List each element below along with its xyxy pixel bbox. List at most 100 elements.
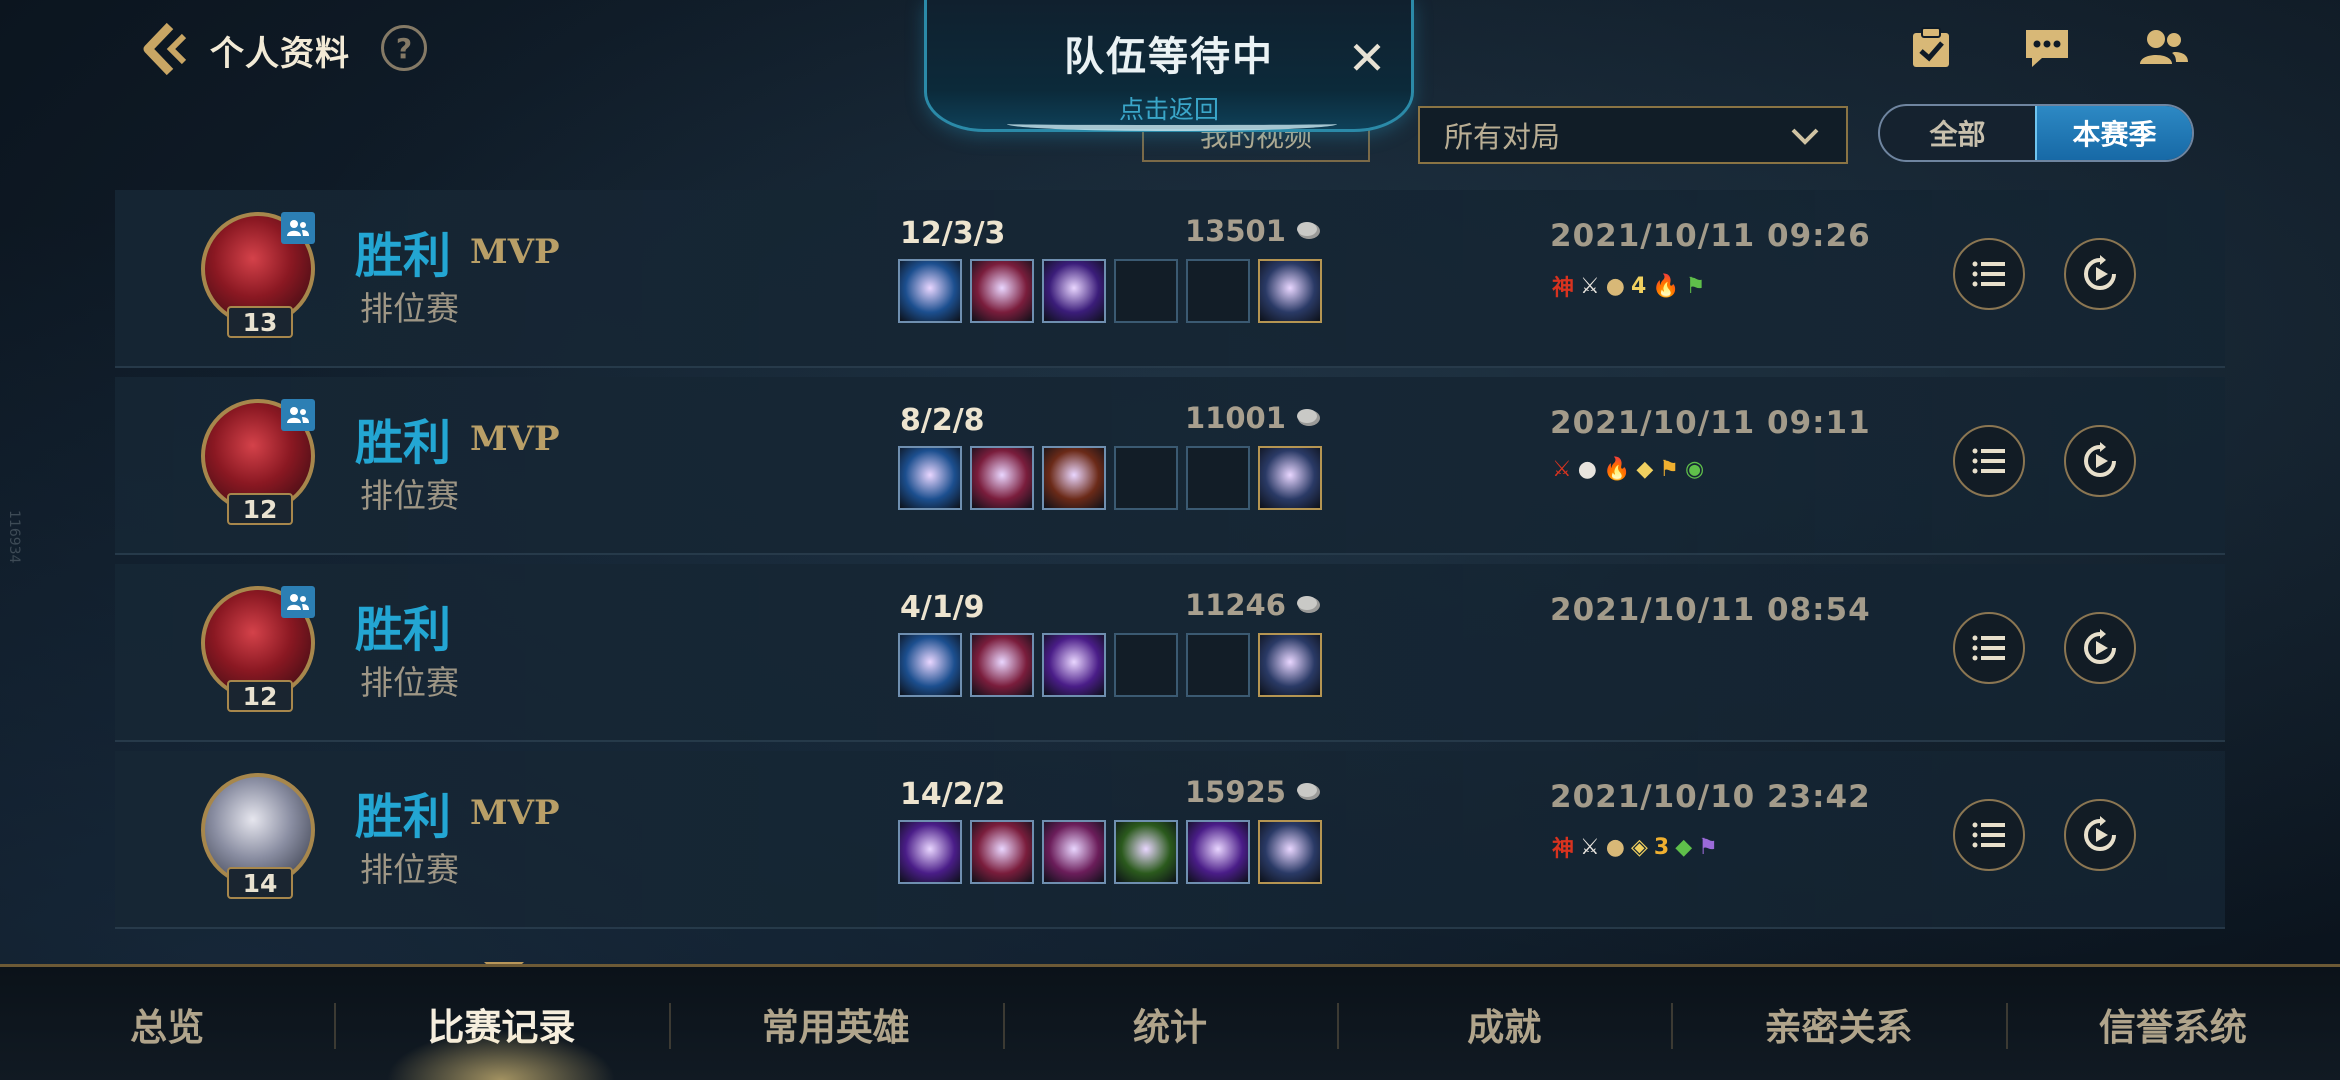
item-slot[interactable] xyxy=(970,633,1034,697)
match-row[interactable]: 12 胜利 排位赛 4/1/9 11246 2021/10/11 08:54 xyxy=(115,564,2225,742)
achievement-badge-icon: 3 xyxy=(1653,834,1670,860)
replay-button[interactable] xyxy=(2064,799,2136,871)
match-type-dropdown[interactable]: 所有对局 xyxy=(1418,106,1848,164)
empty-item-slot[interactable] xyxy=(1186,446,1250,510)
gold-icon xyxy=(1296,596,1320,613)
match-result: 胜利 xyxy=(355,602,452,658)
gold-total: 13501 xyxy=(1185,214,1322,248)
replay-button[interactable] xyxy=(2064,238,2136,310)
champion-level: 12 xyxy=(227,493,293,525)
empty-item-slot[interactable] xyxy=(1186,633,1250,697)
achievement-badge-icon: ⚔ xyxy=(1580,273,1600,299)
item-slot[interactable] xyxy=(1042,259,1106,323)
trinket-slot[interactable] xyxy=(1258,633,1322,697)
item-slot[interactable] xyxy=(898,820,962,884)
empty-item-slot[interactable] xyxy=(1114,446,1178,510)
chat-icon[interactable] xyxy=(2019,22,2075,74)
gold-icon xyxy=(1296,783,1320,800)
list-icon xyxy=(1972,635,2005,661)
queue-title: 队伍等待中 xyxy=(1064,34,1274,80)
details-button[interactable] xyxy=(1953,612,2025,684)
match-date: 2021/10/11 09:26 xyxy=(1550,218,1871,254)
achievement-badge-icon: 神 xyxy=(1552,276,1575,301)
game-mode: 排位赛 xyxy=(360,289,459,328)
details-button[interactable] xyxy=(1953,425,2025,497)
match-row[interactable]: 12 胜利 MVP 排位赛 8/2/8 11001 2021/10/11 09:… xyxy=(115,377,2225,555)
achievement-badge-icon: 神 xyxy=(1552,837,1575,862)
achievement-badge-icon: ● xyxy=(1577,457,1597,482)
match-result: 胜利 xyxy=(355,415,452,471)
replay-button[interactable] xyxy=(2064,612,2136,684)
champion-level: 12 xyxy=(227,680,293,712)
tab-honor-system[interactable]: 信誉系统 xyxy=(2006,967,2340,1080)
item-slot[interactable] xyxy=(898,259,962,323)
party-icon xyxy=(281,212,315,244)
toggle-this-season[interactable]: 本赛季 xyxy=(2035,106,2192,160)
item-slot[interactable] xyxy=(970,820,1034,884)
item-slot[interactable] xyxy=(1042,820,1106,884)
achievement-badge-icon: 🔥 xyxy=(1652,273,1680,299)
replay-icon xyxy=(2084,442,2116,477)
details-button[interactable] xyxy=(1953,799,2025,871)
empty-item-slot[interactable] xyxy=(1114,259,1178,323)
help-icon[interactable]: ? xyxy=(381,25,427,71)
replay-button[interactable] xyxy=(2064,425,2136,497)
item-slots xyxy=(898,259,1322,323)
trinket-slot[interactable] xyxy=(1258,820,1322,884)
champion-level: 13 xyxy=(227,306,293,338)
achievement-badge-icon: ● xyxy=(1605,834,1625,860)
queue-banner[interactable]: 队伍等待中 点击返回 ✕ xyxy=(924,0,1414,132)
back-button[interactable] xyxy=(140,22,190,76)
item-slot[interactable] xyxy=(1042,446,1106,510)
game-mode: 排位赛 xyxy=(360,850,459,889)
gold-value: 15925 xyxy=(1185,775,1286,809)
champion-level: 14 xyxy=(227,867,293,899)
match-date: 2021/10/11 09:11 xyxy=(1550,405,1871,441)
achievement-badge-icon: ⚑ xyxy=(1685,273,1706,299)
gold-total: 11246 xyxy=(1185,588,1322,622)
tab-match-history[interactable]: 比赛记录 xyxy=(334,967,668,1080)
achievement-badge-icon: ⚔ xyxy=(1580,834,1600,860)
empty-item-slot[interactable] xyxy=(1186,259,1250,323)
champion-avatar: 12 xyxy=(201,399,319,539)
tab-stats[interactable]: 统计 xyxy=(1003,967,1337,1080)
friends-icon[interactable] xyxy=(2136,22,2192,74)
gold-total: 11001 xyxy=(1185,401,1322,435)
trinket-slot[interactable] xyxy=(1258,259,1322,323)
tab-relationships[interactable]: 亲密关系 xyxy=(1671,967,2005,1080)
item-slot[interactable] xyxy=(898,633,962,697)
achievement-badge-icon: 4 xyxy=(1630,273,1647,299)
toggle-all[interactable]: 全部 xyxy=(1880,106,2035,160)
gold-total: 15925 xyxy=(1185,775,1322,809)
tab-achievements[interactable]: 成就 xyxy=(1337,967,1671,1080)
match-row[interactable]: 14 胜利 MVP 排位赛 14/2/2 15925 2021/10/10 23… xyxy=(115,751,2225,929)
trinket-slot[interactable] xyxy=(1258,446,1322,510)
kda: 12/3/3 xyxy=(900,216,1006,251)
season-toggle[interactable]: 全部 本赛季 xyxy=(1878,104,2194,162)
match-date: 2021/10/11 08:54 xyxy=(1550,592,1871,628)
mvp-badge: MVP xyxy=(470,232,560,272)
item-slot[interactable] xyxy=(898,446,962,510)
close-icon[interactable]: ✕ xyxy=(1345,35,1389,82)
tab-overview[interactable]: 总览 xyxy=(0,967,334,1080)
item-slot[interactable] xyxy=(1114,820,1178,884)
game-mode: 排位赛 xyxy=(360,476,459,515)
achievement-badge-icon: ◉ xyxy=(1685,457,1705,482)
checklist-icon[interactable] xyxy=(1903,22,1959,74)
item-slot[interactable] xyxy=(1042,633,1106,697)
empty-item-slot[interactable] xyxy=(1114,633,1178,697)
item-slot[interactable] xyxy=(970,259,1034,323)
tab-favorite-champions[interactable]: 常用英雄 xyxy=(669,967,1003,1080)
match-result: 胜利 xyxy=(355,789,452,845)
item-slot[interactable] xyxy=(970,446,1034,510)
party-icon xyxy=(281,399,315,431)
champion-avatar: 12 xyxy=(201,586,319,726)
match-row[interactable]: 13 胜利 MVP 排位赛 12/3/3 13501 2021/10/11 09… xyxy=(115,190,2225,368)
gold-value: 13501 xyxy=(1185,214,1286,248)
game-mode: 排位赛 xyxy=(360,663,459,702)
item-slot[interactable] xyxy=(1186,820,1250,884)
item-slots xyxy=(898,820,1322,884)
list-icon xyxy=(1972,261,2005,287)
achievement-badge-icon: ◈ xyxy=(1630,834,1648,860)
details-button[interactable] xyxy=(1953,238,2025,310)
